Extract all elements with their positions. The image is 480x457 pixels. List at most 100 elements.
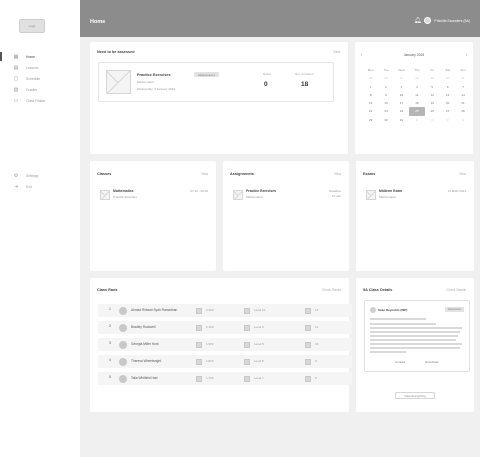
- contact-button[interactable]: Contact: [395, 360, 405, 364]
- sidebar-item-settings[interactable]: ⚙ Settings: [8, 170, 78, 181]
- calendar-day[interactable]: 23: [378, 107, 393, 115]
- calendar-day[interactable]: 13: [440, 91, 455, 99]
- calendar-day[interactable]: 21: [455, 99, 470, 107]
- sidebar-item-class-roster[interactable]: ⚇ Class Roster: [8, 95, 78, 106]
- calendar-day[interactable]: 15: [363, 99, 378, 107]
- calendar-day[interactable]: 1: [409, 116, 424, 124]
- item-title: Practice Exercises: [137, 73, 171, 77]
- calendar-day[interactable]: 12: [425, 91, 440, 99]
- calendar-day[interactable]: 24: [394, 107, 409, 115]
- calendar-day[interactable]: 30: [378, 116, 393, 124]
- weekday-label: Sat: [445, 68, 450, 72]
- calendar-day[interactable]: 31: [394, 116, 409, 124]
- card-title: Assignments: [230, 172, 254, 176]
- badge-count: 12: [315, 308, 319, 312]
- gear-icon: ⚙: [13, 172, 19, 179]
- bell-icon[interactable]: 🔔︎: [414, 17, 422, 24]
- calendar-day[interactable]: 26: [378, 74, 393, 82]
- sidebar-item-exit[interactable]: ⇥ Exit: [8, 181, 78, 192]
- user-name[interactable]: Priscilla Saunders (5A): [434, 19, 470, 23]
- sidebar-item-home[interactable]: ▦ Home: [0, 51, 78, 62]
- calendar-week: 22 23 24 25 26 27 28: [363, 107, 471, 116]
- table-row[interactable]: 1 Ahmad Ridwan Syah Ramadhan 2,350 Level 10…: [98, 304, 352, 317]
- calendar-day[interactable]: 4: [409, 83, 424, 91]
- calendar-grid: Mon Tue Wed Thu Fri Sat Sun 25 26 27 28 29 30 31 1 2 3 4 5…: [363, 66, 471, 124]
- exit-icon: ⇥: [13, 183, 19, 190]
- table-row[interactable]: 3 Georgia Miller Hunt 1,950 Level 8 10: [98, 338, 352, 351]
- calendar-day[interactable]: 29: [363, 116, 378, 124]
- calendar-day[interactable]: 27: [440, 107, 455, 115]
- calendar-day[interactable]: 28: [409, 74, 424, 82]
- calendar-day[interactable]: 29: [425, 74, 440, 82]
- rank-number: 4: [109, 358, 111, 362]
- calendar-day[interactable]: 3: [440, 116, 455, 124]
- calendar-day[interactable]: 26: [425, 107, 440, 115]
- weekday-label: Mon: [367, 68, 374, 72]
- item-date: Wednesday, 3 January 2024: [137, 87, 175, 91]
- teacher-card: Sean Reynolds (NIP) Homeroom Contact Dow…: [364, 300, 470, 372]
- sidebar-item-lessons[interactable]: ▤ Lessons: [8, 62, 78, 73]
- calendar-day[interactable]: 19: [425, 99, 440, 107]
- calendar-day[interactable]: 2: [425, 116, 440, 124]
- calendar-icon: ▢: [13, 75, 19, 82]
- next-month-button[interactable]: ›: [466, 53, 467, 57]
- logo[interactable]: Logo: [19, 19, 45, 33]
- calendar-day[interactable]: 16: [378, 99, 393, 107]
- calendar-day[interactable]: 10: [394, 91, 409, 99]
- calendar-day[interactable]: 25: [363, 74, 378, 82]
- view-link[interactable]: View: [334, 172, 341, 176]
- calendar-day[interactable]: 22: [363, 107, 378, 115]
- people-icon: ⚇: [13, 97, 19, 104]
- table-row[interactable]: 5 Talia Whitfield Hart 1,700 Level 7 8: [98, 372, 352, 385]
- assess-item[interactable]: Practice Exercises Assignment 1 Mathemat…: [98, 62, 334, 102]
- score-icon: [196, 341, 202, 348]
- text-line: [370, 347, 460, 349]
- table-row[interactable]: 4 Theresa Wheelwright 1,820 Level 8 9: [98, 355, 352, 368]
- view-link[interactable]: View: [201, 172, 208, 176]
- calendar-day[interactable]: 20: [440, 99, 455, 107]
- calendar-day[interactable]: 4: [455, 116, 470, 124]
- list-item[interactable]: Practice Exercises Mathematics Deadline …: [231, 188, 343, 202]
- calendar-day[interactable]: 11: [409, 91, 424, 99]
- calendar-day[interactable]: 17: [394, 99, 409, 107]
- list-item[interactable]: Mathematics Priscilla Saunders 07.30 - 0…: [98, 188, 210, 202]
- view-link[interactable]: View: [333, 50, 340, 54]
- image-placeholder-icon: [100, 190, 110, 200]
- list-item[interactable]: Midterm Exam Mathematics 15 MAR 2024: [364, 188, 468, 202]
- calendar-day[interactable]: 30: [440, 74, 455, 82]
- calendar-day[interactable]: 2: [378, 83, 393, 91]
- calendar-day[interactable]: 18: [409, 99, 424, 107]
- calendar-day[interactable]: 31: [455, 74, 470, 82]
- calendar-month: January 2024: [403, 53, 425, 57]
- calendar-day[interactable]: 5: [425, 83, 440, 91]
- calendar-day[interactable]: 25: [409, 107, 425, 116]
- calendar-day[interactable]: 1: [363, 83, 378, 91]
- card-title: Need to be assessed: [97, 50, 135, 54]
- rank-number: 1: [109, 307, 111, 311]
- avatar: [119, 323, 127, 332]
- calendar-day[interactable]: 27: [394, 74, 409, 82]
- avatar[interactable]: [424, 17, 432, 24]
- view-link[interactable]: View: [459, 172, 466, 176]
- calendar-day[interactable]: 7: [455, 83, 470, 91]
- calendar-day[interactable]: 3: [394, 83, 409, 91]
- check-ranks-link[interactable]: Check Ranks: [322, 288, 341, 292]
- calendar-day[interactable]: 9: [378, 91, 393, 99]
- view-everything-button[interactable]: View Everything: [395, 392, 435, 399]
- sidebar-item-grades[interactable]: ▥ Grades: [8, 84, 78, 95]
- item-subject: Mathematics: [137, 80, 155, 84]
- calendar-day[interactable]: 6: [440, 83, 455, 91]
- calendar-day[interactable]: 28: [455, 107, 470, 115]
- calendar-week: 29 30 31 1 2 3 4: [363, 116, 471, 124]
- check-details-link[interactable]: Check Details: [446, 288, 466, 292]
- text-line: [370, 343, 462, 345]
- badge-count: 10: [315, 342, 319, 346]
- prev-month-button[interactable]: ‹: [361, 53, 362, 57]
- table-row[interactable]: 2 Bradley Rockwell 2,100 Level 9 11: [98, 321, 352, 334]
- text-line: [370, 318, 426, 320]
- download-button[interactable]: Download: [425, 360, 438, 364]
- score-value: 2,350: [206, 308, 214, 312]
- calendar-day[interactable]: 8: [363, 91, 378, 99]
- calendar-day[interactable]: 14: [455, 91, 470, 99]
- sidebar-item-schedule[interactable]: ▢ Schedule: [8, 73, 78, 84]
